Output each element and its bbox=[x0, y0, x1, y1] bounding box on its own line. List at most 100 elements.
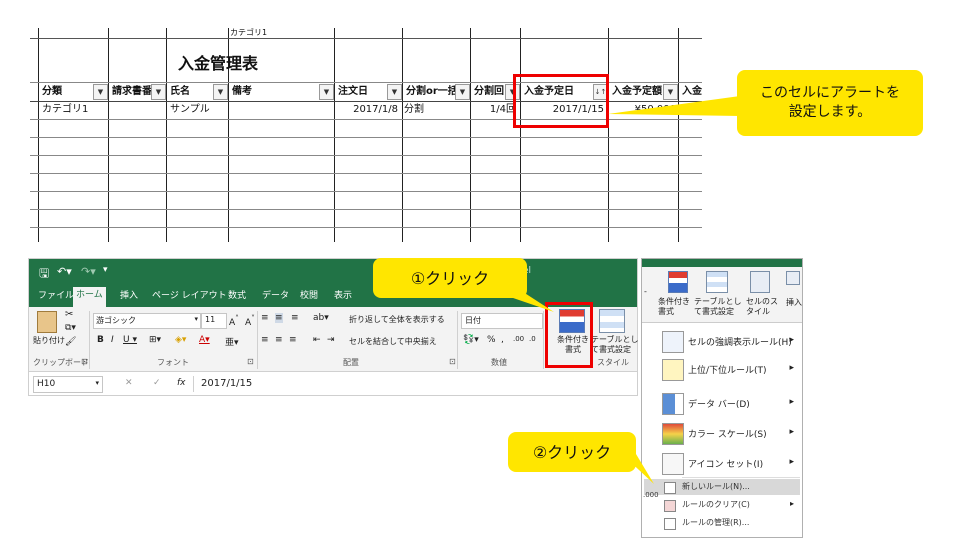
border-icon[interactable]: ⊞▾ bbox=[149, 335, 161, 345]
bold-icon[interactable]: B bbox=[97, 335, 104, 345]
group-style-label: スタイル bbox=[597, 358, 629, 367]
chevron-right-icon: ▸ bbox=[789, 457, 794, 467]
clipboard-launcher-icon[interactable]: ⊡ bbox=[81, 357, 88, 366]
quick-access-dropdown-icon[interactable]: ▾ bbox=[103, 265, 108, 275]
tab-insert[interactable]: 挿入 bbox=[117, 288, 141, 304]
menu-item-data-bars[interactable]: データ バー(D) ▸ bbox=[644, 391, 800, 415]
chevron-down-icon: ▾ bbox=[194, 315, 198, 323]
menu-cell-style-icon[interactable] bbox=[750, 271, 770, 293]
format-painter-icon[interactable]: 🖌 bbox=[65, 337, 76, 347]
percent-button[interactable]: % bbox=[487, 335, 496, 345]
cell-split[interactable]: 分割 bbox=[404, 102, 464, 118]
align-top-icon[interactable]: ≡ bbox=[261, 313, 269, 323]
header-invoice[interactable]: 請求書番 bbox=[109, 83, 156, 100]
align-right-icon[interactable]: ≡ bbox=[289, 335, 297, 345]
filter-dropdown-note[interactable]: ▼ bbox=[319, 84, 334, 100]
chevron-right-icon: ▸ bbox=[789, 397, 794, 407]
filter-dropdown-category[interactable]: ▼ bbox=[93, 84, 108, 100]
menu-item-icon-sets[interactable]: アイコン セット(I) ▸ bbox=[644, 451, 800, 475]
table-format-button[interactable]: テーブルとして書式設定 bbox=[591, 335, 639, 355]
menu-table-format-icon[interactable] bbox=[706, 271, 728, 293]
menu-item-color-scales[interactable]: カラー スケール(S) ▸ bbox=[644, 421, 800, 445]
merge-center-button[interactable]: セルを結合して中央揃え bbox=[349, 336, 437, 347]
table-format-icon[interactable] bbox=[599, 309, 625, 333]
sheet-title[interactable]: 入金管理表 bbox=[108, 50, 328, 74]
align-left-icon[interactable]: ≡ bbox=[261, 335, 269, 345]
formula-bar: H10 ▾ ✕ ✓ fx 2017/1/15 bbox=[29, 371, 637, 395]
number-format-value: 日付 bbox=[465, 316, 481, 325]
formula-input[interactable]: 2017/1/15 bbox=[201, 378, 252, 389]
menu-conditional-format-label[interactable]: 条件付き書式 bbox=[658, 297, 690, 317]
shrink-font-icon[interactable]: A˅ bbox=[245, 314, 255, 328]
cut-icon[interactable]: ✂ bbox=[65, 309, 73, 320]
filter-dropdown-order-date[interactable]: ▼ bbox=[387, 84, 402, 100]
tab-page-layout[interactable]: ページ レイアウト bbox=[149, 288, 230, 304]
ribbon-edge-icon: ‐ bbox=[644, 287, 647, 296]
cell-count[interactable]: 1/4回 bbox=[472, 102, 516, 118]
cell-order-date[interactable]: 2017/1/8 bbox=[336, 102, 398, 118]
tab-formulas[interactable]: 数式 bbox=[225, 288, 249, 304]
insert-function-icon[interactable]: fx bbox=[177, 378, 186, 388]
header-order-date[interactable]: 注文日 bbox=[335, 83, 390, 100]
font-size-select[interactable]: 11 bbox=[201, 313, 227, 329]
cell-category[interactable]: カテゴリ1 bbox=[42, 102, 106, 118]
menu-item-new-rule[interactable]: 新しいルール(N)... bbox=[644, 479, 800, 495]
cell-name[interactable]: サンプル bbox=[170, 102, 226, 118]
cancel-icon[interactable]: ✕ bbox=[125, 378, 133, 388]
menu-item-highlight-rules[interactable]: セルの強調表示ルール(H) ▸ bbox=[644, 329, 800, 353]
align-bottom-icon[interactable]: ≡ bbox=[291, 313, 299, 323]
menu-item-clear-rules[interactable]: ルールのクリア(C) ▸ bbox=[644, 497, 800, 513]
orientation-icon[interactable]: ab▾ bbox=[313, 313, 329, 323]
tab-home[interactable]: ホーム bbox=[73, 287, 106, 307]
menu-item-manage-rules[interactable]: ルールの管理(R)... bbox=[644, 515, 800, 531]
increase-decimal-icon[interactable]: .00 bbox=[513, 335, 524, 343]
align-center-icon[interactable]: ≡ bbox=[275, 335, 283, 345]
underline-icon[interactable]: U ▾ bbox=[123, 335, 137, 345]
header-category[interactable]: 分類 bbox=[39, 83, 97, 100]
menu-cell-style-label[interactable]: セルのスタイル bbox=[746, 297, 778, 317]
phonetic-icon[interactable]: 亜▾ bbox=[225, 335, 239, 348]
font-color-icon[interactable]: A▾ bbox=[199, 335, 210, 345]
menu-item-top-bottom-rules[interactable]: 上位/下位ルール(T) ▸ bbox=[644, 357, 800, 381]
font-name-select[interactable]: 游ゴシック ▾ bbox=[93, 313, 201, 329]
grow-font-icon[interactable]: A˄ bbox=[229, 314, 239, 328]
fill-color-icon[interactable]: ◈▾ bbox=[175, 335, 186, 345]
data-bars-icon bbox=[662, 393, 684, 415]
paste-icon[interactable] bbox=[37, 311, 57, 333]
header-name[interactable]: 氏名 bbox=[167, 83, 216, 100]
header-note[interactable]: 備考 bbox=[229, 83, 322, 100]
comma-icon[interactable]: , bbox=[501, 335, 504, 345]
filter-dropdown-invoice[interactable]: ▼ bbox=[151, 84, 166, 100]
group-font-label: フォント bbox=[157, 358, 189, 367]
menu-insert-label[interactable]: 挿入 bbox=[786, 297, 802, 308]
chevron-right-icon: ▸ bbox=[789, 499, 794, 508]
save-icon[interactable]: 🖫 bbox=[39, 264, 49, 285]
name-box[interactable]: H10 ▾ bbox=[33, 376, 103, 393]
tab-review[interactable]: 校閲 bbox=[297, 288, 321, 304]
copy-icon[interactable]: ⧉▾ bbox=[65, 323, 76, 333]
tab-file[interactable]: ファイル bbox=[35, 288, 77, 304]
decrease-decimal-icon[interactable]: .0 bbox=[529, 335, 536, 343]
alignment-launcher-icon[interactable]: ⊡ bbox=[449, 357, 456, 366]
menu-insert-icon[interactable] bbox=[786, 271, 800, 285]
decrease-indent-icon[interactable]: ⇤ bbox=[313, 335, 321, 345]
font-launcher-icon[interactable]: ⊡ bbox=[247, 357, 254, 366]
italic-icon[interactable]: I bbox=[111, 335, 114, 345]
menu-table-format-label[interactable]: テーブルとして書式設定 bbox=[694, 297, 744, 317]
top-cut-cell[interactable]: カテゴリ1 bbox=[230, 28, 267, 38]
undo-icon[interactable]: ↶▾ bbox=[57, 265, 72, 278]
enter-icon[interactable]: ✓ bbox=[153, 378, 161, 388]
align-middle-icon[interactable]: ≡ bbox=[275, 313, 283, 323]
redo-icon[interactable]: ↷▾ bbox=[81, 265, 96, 278]
tab-view[interactable]: 表示 bbox=[331, 288, 355, 304]
font-name-value: 游ゴシック bbox=[96, 316, 136, 325]
menu-conditional-format-icon[interactable] bbox=[668, 271, 688, 293]
currency-icon[interactable]: 💱▾ bbox=[463, 335, 479, 345]
header-split[interactable]: 分割or一括 bbox=[403, 83, 458, 100]
increase-indent-icon[interactable]: ⇥ bbox=[327, 335, 335, 345]
tab-data[interactable]: データ bbox=[259, 288, 292, 304]
filter-dropdown-split[interactable]: ▼ bbox=[455, 84, 470, 100]
wrap-text-button[interactable]: 折り返して全体を表示する bbox=[349, 314, 445, 325]
filter-dropdown-name[interactable]: ▼ bbox=[213, 84, 228, 100]
paste-button[interactable]: 貼り付け bbox=[33, 335, 65, 346]
